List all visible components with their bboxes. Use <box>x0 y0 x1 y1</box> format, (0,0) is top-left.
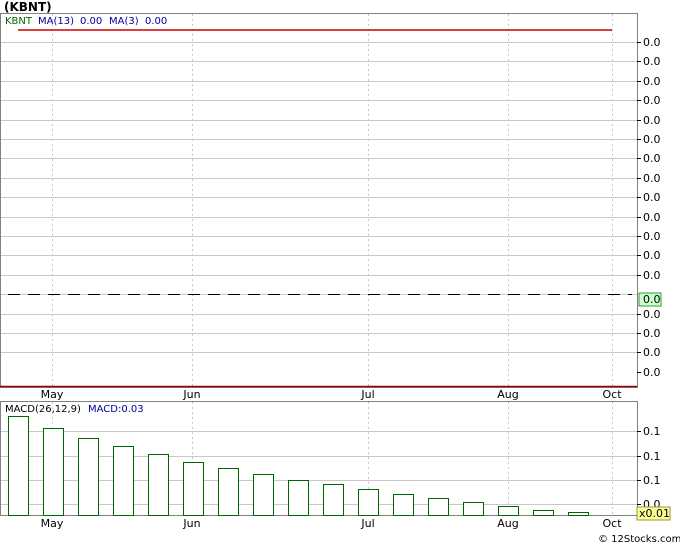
stock-chart: (KBNT) 0.00.00.00.00.00.00.00.00.00.00.0… <box>0 0 680 545</box>
price-y-axis: 0.0 0.0 0.0 0.0 0.0 0.0 0.0 0.0 0.0 0.0 0.0 0.0 0.0 0… <box>637 36 661 379</box>
price-y-tick-label: 0.0 <box>643 191 661 204</box>
macd-value-label: MACD:0.03 <box>88 404 144 415</box>
price-x-tick-label: Jun <box>182 388 200 401</box>
price-x-tick-label: May <box>41 388 64 401</box>
macd-x-tick-label: Jul <box>360 517 374 530</box>
price-y-tick-label: 0.0 <box>643 211 661 224</box>
macd-bar <box>533 510 554 516</box>
price-y-tick-label: 0.0 <box>643 366 661 379</box>
price-y-tick-label: 0.0 <box>643 75 661 88</box>
macd-bar <box>428 498 449 516</box>
macd-x-axis: May Jun Jul Aug Oct <box>41 517 623 530</box>
legend-symbol: KBNT <box>5 16 33 27</box>
price-y-tick-label: 0.0 <box>643 327 661 340</box>
current-price-label: 0.0 <box>643 293 661 306</box>
legend-ma13-label: MA(13) <box>38 16 74 27</box>
price-panel-frame <box>0 13 638 388</box>
price-y-tick-label: 0.0 <box>643 249 661 262</box>
price-y-tick-label: 0.0 <box>643 152 661 165</box>
macd-bar <box>78 438 99 516</box>
price-y-tick-label: 0.0 <box>643 94 661 107</box>
price-y-tick-label: 0.0 <box>643 230 661 243</box>
price-y-tick-label: 0.0 <box>643 133 661 146</box>
macd-x-tick-label: Jun <box>182 517 200 530</box>
macd-bar <box>148 454 169 516</box>
legend-ma3-value: 0.00 <box>145 16 167 27</box>
macd-y-tick-label: 0.1 <box>643 474 661 487</box>
price-x-tick-label: Aug <box>497 388 518 401</box>
macd-x-tick-label: Aug <box>497 517 518 530</box>
macd-bar <box>288 480 309 516</box>
macd-panel: 0.10.10.10.0 MACD(26,12,9) MACD:0.03 x0.… <box>0 401 671 530</box>
macd-title: MACD(26,12,9) <box>5 404 81 415</box>
watermark: © 12Stocks.com <box>598 534 680 545</box>
price-x-tick-label: Oct <box>602 388 622 401</box>
macd-y-tick-label: 0.1 <box>643 450 661 463</box>
macd-bar <box>358 489 379 516</box>
macd-bar <box>498 506 519 516</box>
macd-y-axis: 0.10.10.10.0 <box>637 425 661 511</box>
price-y-tick-label: 0.0 <box>643 114 661 127</box>
macd-bar <box>253 474 274 516</box>
price-y-tick-label: 0.0 <box>643 308 661 321</box>
macd-bar <box>218 468 239 516</box>
price-panel: 0.00.00.00.00.00.00.00.00.00.00.00.00.00… <box>0 13 662 401</box>
legend-ma3-label: MA(3) <box>109 16 139 27</box>
legend-ma13-value: 0.00 <box>80 16 102 27</box>
price-y-tick-label: 0.0 <box>643 172 661 185</box>
price-y-tick-label: 0.0 <box>643 36 661 49</box>
macd-bar <box>393 494 414 516</box>
macd-bar <box>8 416 29 516</box>
macd-bar <box>183 462 204 516</box>
macd-x-tick-label: Oct <box>602 517 622 530</box>
chart-title: (KBNT) <box>4 0 52 14</box>
price-x-axis: May Jun Jul Aug Oct <box>41 388 623 401</box>
macd-x-tick-label: May <box>41 517 64 530</box>
price-y-tick-label: 0.0 <box>643 346 661 359</box>
price-x-tick-label: Jul <box>360 388 374 401</box>
price-y-tick-label: 0.0 <box>643 55 661 68</box>
macd-y-tick-label: 0.1 <box>643 425 661 438</box>
macd-bar <box>463 502 484 516</box>
macd-bar <box>568 512 589 516</box>
macd-bar <box>113 446 134 516</box>
macd-scale-label: x0.01 <box>639 507 670 520</box>
macd-bar <box>323 484 344 516</box>
price-y-tick-label: 0.0 <box>643 269 661 282</box>
macd-bar <box>43 428 64 516</box>
